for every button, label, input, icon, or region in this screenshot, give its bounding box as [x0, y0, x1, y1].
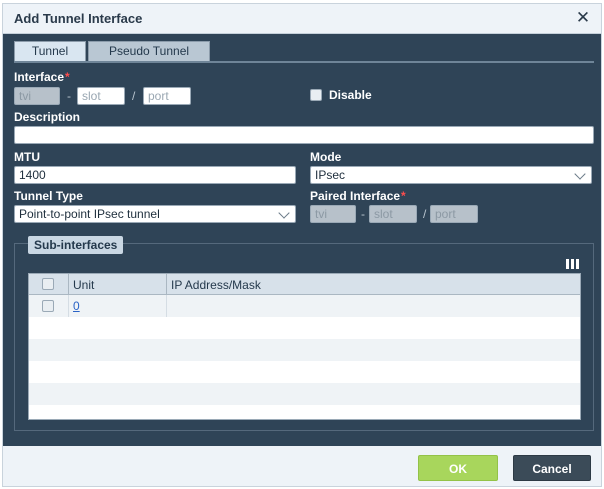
- paired-interface-label: Paired Interface*: [310, 189, 406, 203]
- description-label: Description: [14, 110, 81, 124]
- select-all-checkbox[interactable]: [42, 278, 54, 290]
- columns-icon[interactable]: [566, 259, 580, 269]
- interface-port-input[interactable]: [143, 87, 191, 105]
- interface-separator-dash: -: [67, 89, 71, 103]
- paired-interface-port-input[interactable]: [430, 205, 478, 223]
- tunnel-type-select[interactable]: Point-to-point IPsec tunnel: [14, 205, 296, 223]
- row-checkbox[interactable]: [42, 300, 54, 312]
- column-header-ip-address-mask[interactable]: IP Address/Mask: [171, 278, 261, 292]
- subinterfaces-legend: Sub-interfaces: [28, 236, 124, 254]
- tab-divider: [14, 61, 594, 63]
- mtu-label: MTU: [14, 150, 40, 164]
- disable-label: Disable: [329, 88, 372, 102]
- paired-interface-slot-input[interactable]: [369, 205, 417, 223]
- required-mark: *: [401, 189, 406, 203]
- description-input[interactable]: [14, 126, 594, 144]
- tunnel-type-label: Tunnel Type: [14, 189, 83, 203]
- mtu-input[interactable]: [14, 166, 296, 184]
- column-header-unit[interactable]: Unit: [73, 278, 94, 292]
- tunnel-type-select-value: Point-to-point IPsec tunnel: [19, 207, 160, 221]
- interface-slot-input[interactable]: [77, 87, 125, 105]
- cancel-button[interactable]: Cancel: [513, 455, 591, 481]
- dialog-title: Add Tunnel Interface: [14, 11, 143, 26]
- table-row[interactable]: 0: [29, 295, 580, 317]
- table-row-empty: [29, 317, 580, 339]
- table-row-empty: [29, 361, 580, 383]
- chevron-down-icon: [574, 168, 586, 180]
- paired-interface-type-input[interactable]: [310, 205, 356, 223]
- interface-type-input[interactable]: [14, 87, 60, 105]
- table-header: Unit IP Address/Mask: [29, 274, 580, 295]
- disable-checkbox[interactable]: [310, 89, 322, 101]
- mode-select[interactable]: IPsec: [310, 166, 592, 184]
- subinterfaces-table: Unit IP Address/Mask 0: [28, 273, 581, 420]
- tab-tunnel[interactable]: Tunnel: [14, 41, 86, 61]
- interface-separator-slash: /: [132, 89, 136, 103]
- chevron-down-icon: [278, 207, 290, 219]
- paired-separator-slash: /: [423, 207, 427, 221]
- close-icon[interactable]: ✕: [575, 9, 591, 27]
- table-row-empty: [29, 383, 580, 405]
- add-tunnel-interface-dialog: Add Tunnel Interface ✕ Tunnel Pseudo Tun…: [2, 3, 602, 487]
- unit-link[interactable]: 0: [73, 299, 80, 313]
- dialog-titlebar: Add Tunnel Interface ✕: [3, 4, 601, 34]
- paired-separator-dash: -: [361, 207, 365, 221]
- dialog-footer: OK Cancel: [3, 446, 601, 486]
- required-mark: *: [65, 70, 70, 84]
- table-row-empty: [29, 339, 580, 361]
- ok-button[interactable]: OK: [418, 455, 498, 481]
- tab-pseudo-tunnel[interactable]: Pseudo Tunnel: [88, 41, 210, 61]
- mode-label: Mode: [310, 150, 342, 164]
- mode-select-value: IPsec: [315, 168, 346, 182]
- interface-label: Interface*: [14, 70, 70, 84]
